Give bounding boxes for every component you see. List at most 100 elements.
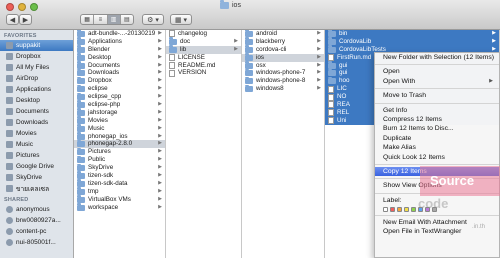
column-item-music[interactable]: Music ▶ [74, 124, 165, 133]
arrange-menu-button[interactable]: ▦ ▾ [170, 14, 192, 25]
menu-item-open-with[interactable]: Open With ▶ [375, 77, 499, 86]
column-item-downloads[interactable]: Downloads ▶ [74, 68, 165, 77]
column-view-button[interactable]: ▥ [107, 15, 121, 24]
disclosure-arrow-icon: ▶ [158, 116, 162, 123]
minimize-window-button[interactable] [18, 3, 26, 11]
column-item-documents[interactable]: Documents ▶ [74, 61, 165, 70]
column-item-lib[interactable]: lib ▶ [166, 45, 241, 54]
sidebar-item-brw0080927a[interactable]: brw0080927a... [0, 215, 73, 226]
sidebar-item-skydrive[interactable]: SkyDrive [0, 172, 73, 183]
folder-icon [77, 147, 85, 156]
sidebar-item-airdrop[interactable]: AirDrop [0, 73, 73, 84]
menu-item-make-alias[interactable]: Make Alias [375, 143, 499, 152]
disclosure-arrow-icon: ▶ [158, 53, 162, 60]
menu-item-compress-12-items[interactable]: Compress 12 Items [375, 115, 499, 124]
sidebar-item-content-pc[interactable]: content-pc [0, 226, 73, 237]
column-item-tmp[interactable]: tmp ▶ [74, 187, 165, 196]
label-color-swatch[interactable] [404, 206, 409, 212]
column-item-label: osx [256, 61, 266, 69]
column-item-android[interactable]: android ▶ [242, 30, 324, 38]
sidebar-item-label: AirDrop [16, 75, 39, 82]
action-menu-button[interactable]: ⚙ ▾ [142, 14, 164, 25]
column-item-eclipse-cpp[interactable]: eclipse_cpp ▶ [74, 92, 165, 101]
column-item-applications[interactable]: Applications ▶ [74, 37, 165, 46]
column-item-jahstorage[interactable]: jahstorage ▶ [74, 108, 165, 117]
folder-icon [77, 30, 85, 37]
column-item-version[interactable]: VERSION [166, 69, 241, 77]
column-item-label: Music [88, 124, 105, 132]
sidebar-item-music[interactable]: Music [0, 139, 73, 150]
folder-icon [77, 108, 85, 116]
column-item-tizen-sdk-data[interactable]: tizen-sdk-data ▶ [74, 179, 165, 188]
label-color-swatch[interactable] [383, 206, 388, 212]
sidebar-item-documents[interactable]: Documents [0, 106, 73, 117]
column-item-cordovalib[interactable]: CordovaLib ▶ [325, 37, 499, 46]
sidebar-item-google-drive[interactable]: Google Drive [0, 161, 73, 172]
label-color-swatch[interactable] [390, 206, 395, 212]
column-item-eclipse[interactable]: eclipse ▶ [74, 84, 165, 93]
sidebar-item-nui-805001f[interactable]: nui-805001f... [0, 237, 73, 248]
column-item-ios[interactable]: ios ▶ [242, 53, 324, 62]
menu-item-duplicate[interactable]: Duplicate [375, 134, 499, 143]
column-item-adt-bundle-20130219[interactable]: adt-bundle-...-20130219 ▶ [74, 30, 165, 38]
column-item-windows-phone-8[interactable]: windows-phone-8 ▶ [242, 76, 324, 85]
sidebar-item-anonymous[interactable]: anonymous [0, 204, 73, 215]
menu-item-get-info[interactable]: Get Info [375, 106, 499, 115]
column-item-windows-phone-7[interactable]: windows-phone-7 ▶ [242, 68, 324, 77]
label-color-swatch[interactable] [397, 206, 402, 212]
column-item-label: Applications [88, 37, 122, 45]
column-item-pictures[interactable]: Pictures ▶ [74, 147, 165, 156]
close-window-button[interactable] [6, 3, 14, 11]
sidebar-item-desktop[interactable]: Desktop [0, 95, 73, 106]
column-item-changelog[interactable]: changelog [166, 30, 241, 38]
column-item-doc[interactable]: doc ▶ [166, 37, 241, 46]
list-view-button[interactable]: ≡ [94, 15, 108, 24]
column-item-blackberry[interactable]: blackberry ▶ [242, 37, 324, 46]
menu-item-burn-12-items-to-disc[interactable]: Burn 12 Items to Disc... [375, 124, 499, 133]
column-item-phonegap-ios[interactable]: phonegap_ios ▶ [74, 132, 165, 141]
column-item-skydrive[interactable]: SkyDrive ▶ [74, 163, 165, 172]
column-item-virtualbox-vms[interactable]: VirtualBox VMs ▶ [74, 195, 165, 204]
folder-icon [77, 100, 85, 108]
column-item-public[interactable]: Public ▶ [74, 155, 165, 164]
zoom-window-button[interactable] [30, 3, 38, 11]
column-item-cordova-cli[interactable]: cordova-cli ▶ [242, 45, 324, 54]
menu-item-label: Burn 12 Items to Disc... [383, 125, 454, 133]
icon-view-button[interactable]: ▦ [81, 15, 95, 24]
sidebar-item-movies[interactable]: Movies [0, 128, 73, 139]
column-item-label: README.md [178, 61, 216, 69]
column-item-osx[interactable]: osx ▶ [242, 61, 324, 70]
menu-item-open[interactable]: Open [375, 67, 499, 76]
column-item-movies[interactable]: Movies ▶ [74, 116, 165, 125]
sidebar-item-item-13[interactable]: ขายเคลเซล [0, 183, 73, 194]
column-item-readme-md[interactable]: README.md [166, 62, 241, 70]
sidebar-item-downloads[interactable]: Downloads [0, 117, 73, 128]
window-title-text: ios [232, 2, 241, 9]
sidebar-item-pictures[interactable]: Pictures [0, 150, 73, 161]
column-item-blender[interactable]: Blender ▶ [74, 45, 165, 54]
column-item-bin[interactable]: bin ▶ [325, 30, 499, 38]
column-item-label: adt-bundle-...-20130219 [88, 30, 156, 37]
sidebar-item-applications[interactable]: Applications [0, 84, 73, 95]
sidebar-item-dropbox[interactable]: Dropbox [0, 51, 73, 62]
label-color-swatch[interactable] [411, 206, 416, 212]
menu-item-new-folder-with-selection-12-items[interactable]: New Folder with Selection (12 Items) [375, 53, 499, 62]
back-button[interactable]: ◀ [6, 14, 19, 25]
menu-item-quick-look-12-items[interactable]: Quick Look 12 Items [375, 153, 499, 162]
applications-icon [6, 86, 13, 93]
column-item-eclipse-php[interactable]: eclipse-php ▶ [74, 100, 165, 109]
menu-item-label: New Email With Attachment [383, 219, 467, 227]
coverflow-view-button[interactable]: ▤ [121, 15, 133, 24]
forward-button[interactable]: ▶ [19, 14, 32, 25]
column-item-tizen-sdk[interactable]: tizen-sdk ▶ [74, 171, 165, 180]
sidebar-item-all-my-files[interactable]: All My Files [0, 62, 73, 73]
menu-item-move-to-trash[interactable]: Move to Trash [375, 91, 499, 100]
column-item-desktop[interactable]: Desktop ▶ [74, 53, 165, 62]
column-item-license[interactable]: LICENSE [166, 54, 241, 62]
column-item-dropbox[interactable]: Dropbox ▶ [74, 76, 165, 85]
column-item-workspace[interactable]: workspace ▶ [74, 203, 165, 212]
column-item-phonegap-2-8-0[interactable]: phonegap-2.8.0 ▶ [74, 139, 165, 149]
sidebar-item-suppakit[interactable]: suppakit [0, 40, 73, 51]
column-item-windows8[interactable]: windows8 ▶ [242, 84, 324, 93]
view-mode-control[interactable]: ▦ ≡ ▥ ▤ [80, 14, 134, 25]
